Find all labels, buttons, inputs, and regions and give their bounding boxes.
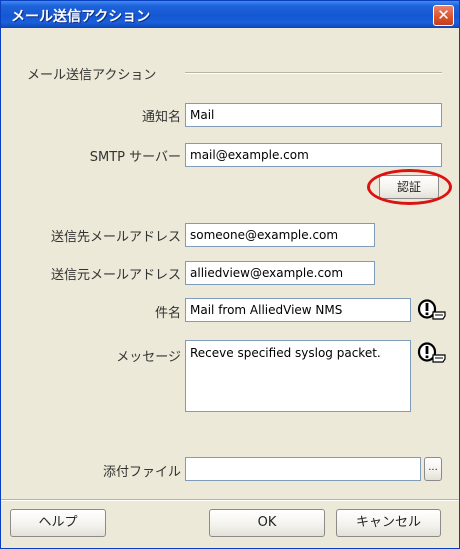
close-button[interactable]: ✕: [433, 5, 454, 26]
browse-button[interactable]: ...: [424, 457, 442, 481]
title-bar[interactable]: メール送信アクション ✕: [1, 1, 459, 28]
info-insert-icon-graphic: [417, 342, 446, 363]
mail-action-dialog: メール送信アクション ✕ メール送信アクション 通知名 Mail SMTP サー…: [0, 0, 460, 549]
subject-label: 件名: [154, 306, 181, 321]
from-address-label: 送信元メールアドレス: [50, 268, 181, 283]
to-address-label: 送信先メールアドレス: [50, 230, 181, 245]
help-button[interactable]: ヘルプ: [10, 509, 106, 537]
notification-name-label: 通知名: [141, 110, 181, 125]
group-divider: [185, 72, 442, 74]
info-insert-icon-graphic: [417, 299, 446, 320]
attachment-input[interactable]: [185, 457, 421, 481]
message-textarea[interactable]: Receve specified syslog packet.: [185, 340, 411, 412]
window-title: メール送信アクション: [11, 9, 151, 25]
ok-button[interactable]: OK: [209, 509, 325, 537]
subject-input[interactable]: Mail from AlliedView NMS: [185, 298, 411, 322]
notification-name-input[interactable]: Mail: [185, 103, 442, 127]
cancel-button[interactable]: キャンセル: [336, 509, 441, 537]
footer-divider: [1, 499, 459, 501]
close-icon: ✕: [437, 6, 450, 24]
from-address-input[interactable]: alliedview@example.com: [185, 261, 375, 285]
message-label: メッセージ: [116, 350, 181, 365]
smtp-server-label: SMTP サーバー: [89, 150, 181, 165]
to-address-input[interactable]: someone@example.com: [185, 223, 375, 247]
attachment-label: 添付ファイル: [102, 465, 181, 480]
smtp-server-input[interactable]: mail@example.com: [185, 143, 442, 167]
group-title: メール送信アクション: [27, 68, 157, 83]
auth-button[interactable]: 認証: [379, 175, 439, 199]
info-insert-icon[interactable]: [417, 342, 447, 364]
info-insert-icon[interactable]: [417, 299, 447, 321]
